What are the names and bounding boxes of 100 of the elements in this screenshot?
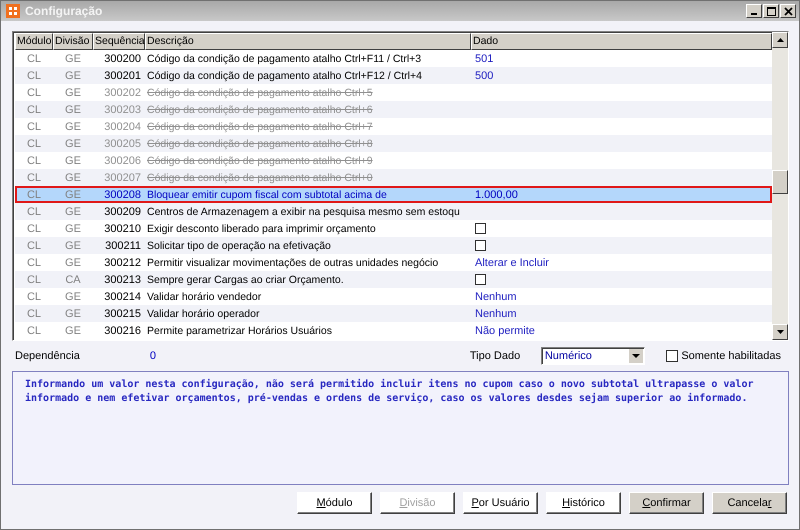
table-cell-text: 300212: [103, 256, 142, 268]
table-cell: 500: [475, 70, 494, 82]
table-cell-text: 300215: [103, 308, 142, 320]
table-cell-text: 300209: [103, 206, 142, 218]
table-cell-text: GE: [64, 154, 82, 166]
table-cell-text: Código da condição de pagamento atalho Ctrl+6: [146, 104, 374, 116]
table-cell-text: CL: [26, 256, 42, 268]
column-header[interactable]: Módulo: [15, 33, 53, 50]
table-cell: Alterar e Incluir: [475, 256, 549, 268]
table-row[interactable]: CL CA 300213 Sempre gerar Cargas ao criar Orçamento.: [15, 271, 772, 288]
table-cell-text: GE: [64, 172, 82, 184]
table-row[interactable]: CL GE 300201 Código da condição de pagamento atalho Ctrl+F12 / Ctrl+4 500: [15, 67, 772, 84]
table-cell-text: GE: [64, 256, 82, 268]
table-cell-text: Código da condição de pagamento atalho Ctrl+9: [146, 154, 374, 166]
table-cell-text: GE: [64, 324, 82, 336]
close-button[interactable]: [780, 4, 796, 18]
dialog-button[interactable]: Confirmar: [629, 492, 704, 514]
table-cell-text: 300201: [103, 70, 142, 82]
table-cell-text: 300207: [103, 172, 142, 184]
dialog-button[interactable]: Módulo: [297, 492, 372, 514]
window-title: Configuração: [25, 4, 104, 18]
table-cell-text: 300206: [103, 154, 142, 166]
table-cell-text: CL: [26, 172, 42, 184]
table-cell-text: CL: [26, 70, 42, 82]
table-row[interactable]: CL GE 300208 Bloquear emitir cupom fiscal com subtotal acima de 1.000,00: [15, 186, 772, 203]
table-cell-text: GE: [64, 104, 82, 116]
table-cell-text: Código da condição de pagamento atalho Ctrl+8: [146, 138, 374, 150]
table-cell-text: Código da condição de pagamento atalho Ctrl+5: [146, 86, 374, 98]
table-cell-text: GE: [64, 52, 82, 64]
scrollbar[interactable]: [772, 32, 788, 340]
table-cell-text: 300211: [104, 240, 142, 252]
table-cell-text: GE: [64, 138, 82, 150]
table-cell-text: GE: [64, 240, 82, 252]
table-cell-text: GE: [64, 222, 82, 234]
table-cell-text: CL: [26, 154, 42, 166]
table-cell-text: 300214: [103, 290, 142, 302]
table-cell-text: Validar horário operador: [146, 308, 260, 320]
table-cell-text: Código da condição de pagamento atalho Ctrl+F12 / Ctrl+4: [146, 70, 423, 82]
table-row[interactable]: CL GE 300211 Solicitar tipo de operação na efetivação: [15, 237, 772, 254]
table-cell-text: CL: [26, 222, 42, 234]
table-cell: Nenhum: [475, 290, 517, 302]
table-cell-text: Validar horário vendedor: [146, 290, 262, 302]
table-cell-text: CL: [26, 324, 42, 336]
dialog-button[interactable]: Histórico: [546, 492, 621, 514]
table-cell-text: 300208: [103, 188, 142, 200]
table-cell-text: CL: [26, 206, 42, 218]
table-cell-text: CL: [26, 104, 42, 116]
column-header[interactable]: Divisão: [53, 33, 93, 50]
dialog-button[interactable]: Por Usuário: [463, 492, 538, 514]
scroll-up-button[interactable]: [772, 32, 788, 48]
checkbox[interactable]: [475, 240, 486, 251]
minimize-button[interactable]: [746, 4, 762, 18]
table-cell-text: CL: [26, 188, 42, 200]
tipo-dado-label: Tipo Dado: [470, 350, 522, 362]
somente-habilitadas-checkbox[interactable]: Somente habilitadas: [666, 350, 781, 362]
table-cell: 1.000,00: [475, 188, 518, 200]
table-cell-text: GE: [64, 86, 82, 98]
table-cell-text: Código da condição de pagamento atalho Ctrl+0: [146, 172, 374, 184]
scroll-thumb[interactable]: [772, 170, 788, 194]
table-cell-text: GE: [64, 308, 82, 320]
table-cell-text: Solicitar tipo de operação na efetivação: [146, 240, 332, 252]
close-icon[interactable]: [784, 6, 792, 16]
table-cell-text: CL: [26, 52, 42, 64]
table-cell-text: 300210: [103, 222, 142, 234]
table-cell-text: CL: [26, 274, 42, 286]
table-cell-text: CL: [26, 120, 42, 132]
table-cell-text: Sempre gerar Cargas ao criar Orçamento.: [146, 274, 345, 286]
table-cell: 501: [475, 52, 494, 64]
maximize-button[interactable]: [763, 4, 779, 18]
table-cell: Não permite: [475, 324, 535, 336]
checkbox[interactable]: [475, 223, 486, 234]
scroll-down-button[interactable]: [772, 324, 788, 340]
table-cell-text: Código da condição de pagamento atalho Ctrl+7: [146, 120, 374, 132]
table-cell-text: 300213: [103, 274, 142, 286]
table-cell-text: GE: [64, 290, 82, 302]
table-cell-text: 300205: [103, 138, 142, 150]
up-arrow-icon[interactable]: [776, 38, 784, 42]
table-row[interactable]: CL GE 300209 Centros de Armazenagem a exibir na pesquisa mesmo sem estoqu: [15, 203, 772, 220]
table-cell-text: GE: [64, 206, 82, 218]
dependencia-value: 0: [148, 350, 157, 362]
table-cell-text: GE: [64, 188, 82, 200]
checkbox[interactable]: [475, 274, 486, 285]
table-cell-text: Permite parametrizar Horários Usuários: [146, 324, 333, 336]
table-row[interactable]: CL GE 300215 Validar horário operador Nenhum: [15, 305, 772, 322]
maximize-icon[interactable]: [766, 6, 776, 16]
table-cell-text: CA: [64, 274, 82, 286]
dialog-button[interactable]: Cancelar: [712, 492, 787, 514]
table-cell-text: 300200: [103, 52, 142, 64]
description-text: Informando um valor nesta configuração, não será permitido incluir itens no cupom caso o novo subtotal ultrapasse o valor informado e nem efetivar orçamentos, pré-vendas e ordens de serviço, caso os valores desdes sejam superior ao informado.: [25, 378, 754, 406]
dependencia-label: Dependência: [15, 350, 80, 362]
column-header[interactable]: Descrição: [145, 33, 471, 50]
column-header[interactable]: Dado: [471, 33, 772, 50]
table-cell-text: GE: [64, 120, 82, 132]
table-cell-text: CL: [26, 290, 42, 302]
table-cell-text: GE: [64, 70, 82, 82]
table-cell-text: 300203: [103, 104, 142, 116]
tipo-dado-dropdown[interactable]: Numérico: [540, 347, 645, 365]
down-arrow-icon[interactable]: [776, 330, 784, 334]
table-cell-text: Permitir visualizar movimentações de outras unidades negócio: [146, 256, 440, 268]
table-cell-text: Centros de Armazenagem a exibir na pesquisa mesmo sem estoqu: [146, 206, 461, 218]
